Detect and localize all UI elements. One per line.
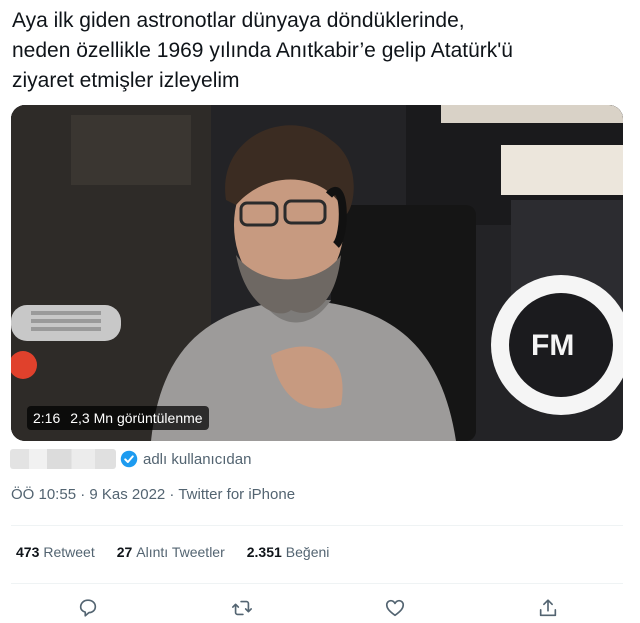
video-badge: 2:16 2,3 Mn görüntülenme	[27, 406, 209, 430]
like-count: 2.351	[246, 544, 282, 560]
video-views: 2,3 Mn görüntülenme	[70, 410, 203, 426]
attribution-row: adlı kullanıcıdan	[10, 447, 251, 471]
quote-stat[interactable]: 27 Alıntı Tweetler	[117, 544, 225, 560]
reply-button[interactable]	[74, 594, 102, 622]
tweet-actions	[0, 594, 640, 622]
retweet-icon	[232, 600, 252, 616]
quote-label: Alıntı Tweetler	[136, 544, 225, 560]
like-icon	[385, 599, 405, 617]
like-stat[interactable]: 2.351 Beğeni	[247, 544, 330, 560]
retweet-label: Retweet	[43, 544, 95, 560]
retweet-count: 473	[16, 544, 40, 560]
share-button[interactable]	[534, 594, 562, 622]
like-label: Beğeni	[285, 544, 330, 560]
retweet-button[interactable]	[228, 594, 256, 622]
tweet-text: Aya ilk giden astronotlar dünyaya döndük…	[12, 9, 513, 92]
engagement-stats: 473 Retweet 27 Alıntı Tweetler 2.351 Beğeni	[16, 544, 329, 560]
video-player[interactable]: FM 2:16 2,3 Mn görüntülenme	[11, 105, 623, 441]
verified-badge-icon	[120, 450, 138, 468]
radio-logo-text: FM	[531, 329, 574, 362]
retweet-stat[interactable]: 473 Retweet	[16, 544, 95, 560]
video-frame: FM	[11, 105, 623, 441]
video-duration: 2:16	[33, 410, 61, 426]
quote-count: 27	[116, 544, 133, 560]
attribution-text: adlı kullanıcıdan	[143, 450, 252, 468]
divider-bottom	[11, 583, 623, 584]
tweet-metadata[interactable]: ÖÖ 10:55 · 9 Kas 2022 · Twitter for iPho…	[11, 486, 295, 503]
like-button[interactable]	[381, 594, 409, 622]
share-icon	[539, 599, 557, 617]
reply-icon	[79, 599, 97, 617]
divider-top	[11, 525, 623, 526]
blurred-username[interactable]	[10, 449, 116, 469]
